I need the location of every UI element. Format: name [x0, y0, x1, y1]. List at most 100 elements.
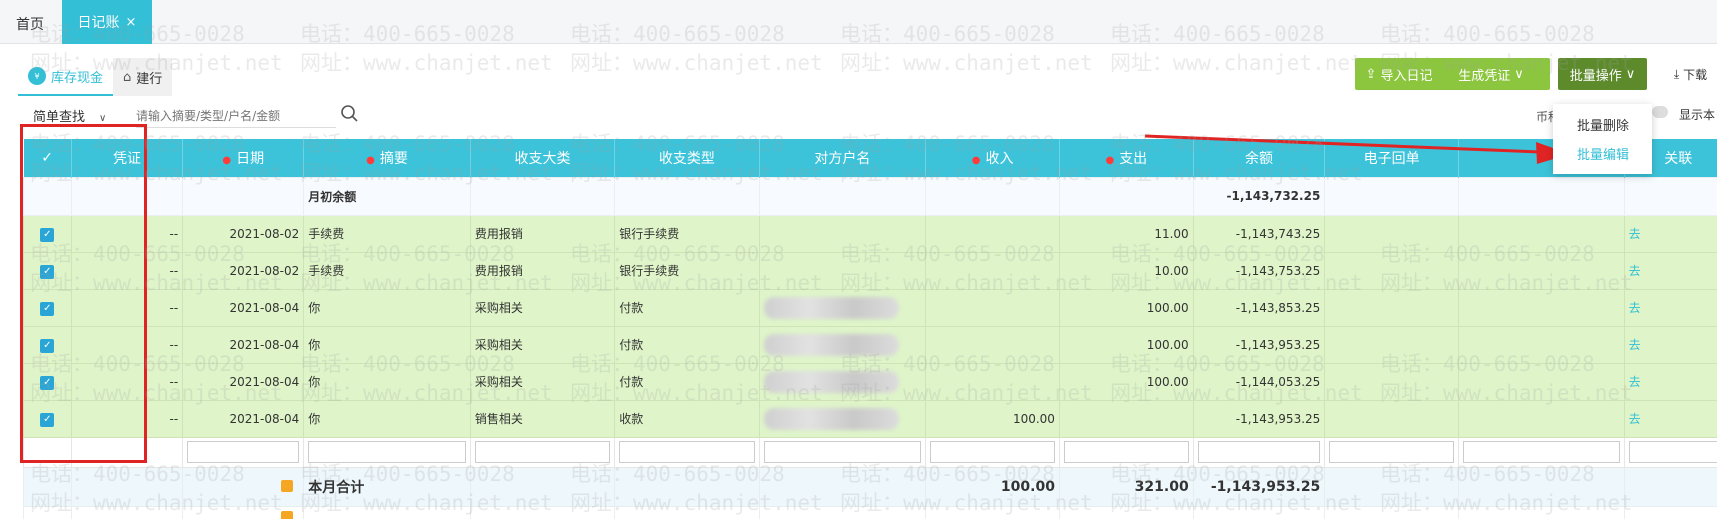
counterparty-cell[interactable] — [758, 325, 927, 364]
date-cell[interactable]: 2021-08-02 — [182, 251, 305, 290]
income-cell[interactable] — [925, 251, 1060, 290]
link-cell[interactable]: 去 — [1623, 399, 1717, 438]
summary-cell[interactable]: 你 — [303, 288, 471, 327]
tab-home[interactable]: 首页 — [16, 14, 44, 34]
voucher-cell[interactable]: -- — [70, 362, 184, 401]
category-cell[interactable]: 销售相关 — [469, 399, 616, 438]
summary-field[interactable] — [308, 441, 466, 463]
close-icon[interactable]: × — [126, 15, 137, 30]
type-cell[interactable]: 收款 — [614, 399, 760, 438]
category-cell[interactable]: 费用报销 — [469, 251, 616, 290]
date-field[interactable] — [187, 441, 300, 463]
receipt-field[interactable] — [1329, 441, 1455, 463]
select-all-header[interactable]: ✓ — [23, 139, 72, 177]
summary-cell[interactable]: 你 — [303, 325, 471, 364]
date-cell[interactable]: 2021-08-02 — [182, 214, 305, 253]
link-cell[interactable]: 去 — [1623, 251, 1717, 290]
counterparty-field[interactable] — [763, 441, 922, 463]
category-cell[interactable]: 费用报销 — [469, 214, 616, 253]
summary-cell[interactable]: 你 — [303, 399, 471, 438]
category-cell[interactable]: 采购相关 — [469, 325, 616, 364]
table-row[interactable]: ✓ -- 2021-08-02 手续费 费用报销 银行手续费 11.00 -1,… — [23, 214, 1717, 253]
type-cell[interactable]: 付款 — [614, 325, 760, 364]
counterparty-cell[interactable] — [758, 288, 927, 327]
date-cell[interactable]: 2021-08-04 — [182, 325, 305, 364]
date-cell[interactable]: 2021-08-04 — [182, 399, 305, 438]
type-cell[interactable]: 付款 — [614, 362, 760, 401]
table-row[interactable]: ✓ -- 2021-08-04 你 采购相关 付款 100.00 -1,143,… — [23, 288, 1717, 327]
batch-operation-button[interactable]: 批量操作 ∨ — [1558, 58, 1647, 90]
type-cell[interactable]: 银行手续费 — [614, 214, 760, 253]
row-checkbox[interactable]: ✓ — [23, 214, 72, 253]
summary-cell[interactable]: 你 — [303, 362, 471, 401]
category-cell[interactable]: 采购相关 — [469, 288, 616, 327]
category-field[interactable] — [474, 441, 611, 463]
table-row[interactable]: ✓ -- 2021-08-04 你 采购相关 付款 100.00 -1,143,… — [23, 325, 1717, 364]
receipt-cell[interactable] — [1324, 251, 1460, 290]
expense-cell[interactable]: 100.00 — [1058, 362, 1194, 401]
search-input[interactable] — [136, 104, 336, 128]
voucher-cell[interactable]: -- — [70, 325, 184, 364]
receipt-cell[interactable] — [1324, 288, 1460, 327]
receipt-cell[interactable] — [1324, 362, 1460, 401]
date-cell[interactable]: 2021-08-04 — [182, 288, 305, 327]
link-field[interactable] — [1628, 441, 1717, 463]
counterparty-cell[interactable] — [758, 399, 927, 438]
summary-cell[interactable]: 手续费 — [303, 214, 471, 253]
generate-voucher-button[interactable]: 生成凭证 ∨ — [1432, 58, 1550, 90]
table-row[interactable]: ✓ -- 2021-08-04 你 采购相关 付款 100.00 -1,144,… — [23, 362, 1717, 401]
type-field[interactable] — [619, 441, 755, 463]
expense-cell[interactable]: 100.00 — [1058, 325, 1194, 364]
row-checkbox[interactable]: ✓ — [23, 362, 72, 401]
tab-cash[interactable]: ¥ 库存现金 — [18, 58, 114, 96]
income-cell[interactable] — [925, 362, 1060, 401]
row-checkbox[interactable]: ✓ — [23, 325, 72, 364]
date-cell[interactable]: 2021-08-04 — [182, 362, 305, 401]
table-row[interactable]: ✓ -- 2021-08-02 手续费 费用报销 银行手续费 10.00 -1,… — [23, 251, 1717, 290]
income-field[interactable] — [930, 441, 1055, 463]
receipt-cell[interactable] — [1324, 399, 1460, 438]
link-cell[interactable]: 去 — [1623, 214, 1717, 253]
voucher-cell[interactable]: -- — [70, 214, 184, 253]
income-cell[interactable] — [925, 288, 1060, 327]
expense-cell[interactable]: 11.00 — [1058, 214, 1194, 253]
total-balance: -1,143,953.25 — [1192, 466, 1326, 507]
counterparty-cell[interactable] — [758, 362, 927, 401]
income-cell[interactable]: 100.00 — [925, 399, 1060, 438]
tab-ccb[interactable]: ⌂ 建行 — [113, 58, 173, 96]
expense-field[interactable] — [1063, 441, 1189, 463]
expense-cell[interactable]: 10.00 — [1058, 251, 1194, 290]
voucher-cell[interactable]: -- — [70, 399, 184, 438]
counterparty-cell[interactable] — [758, 251, 927, 290]
menu-item-batch-edit[interactable]: 批量编辑 — [1577, 144, 1629, 163]
table-row[interactable]: ✓ -- 2021-08-04 你 销售相关 收款 100.00 -1,143,… — [23, 399, 1717, 438]
receipt-cell[interactable] — [1324, 214, 1460, 253]
summary-cell[interactable]: 手续费 — [303, 251, 471, 290]
show-toggle[interactable] — [1652, 106, 1668, 118]
link-cell[interactable]: 去 — [1623, 362, 1717, 401]
tab-journal[interactable]: 日记账 × — [62, 0, 152, 44]
type-cell[interactable]: 付款 — [614, 288, 760, 327]
link-cell[interactable]: 去 — [1623, 325, 1717, 364]
menu-item-batch-delete[interactable]: 批量删除 — [1577, 115, 1629, 134]
row-checkbox[interactable]: ✓ — [23, 288, 72, 327]
expense-cell[interactable] — [1058, 399, 1194, 438]
link-cell[interactable]: 去 — [1623, 288, 1717, 327]
voucher-cell[interactable]: -- — [70, 251, 184, 290]
batch-operation-label: 批量操作 — [1569, 68, 1622, 84]
balance-field[interactable] — [1197, 441, 1321, 463]
search-icon[interactable] — [340, 104, 360, 124]
search-mode-select[interactable]: 简单查找 ∨ — [33, 106, 106, 125]
receipt-cell[interactable] — [1324, 325, 1460, 364]
category-cell[interactable]: 采购相关 — [469, 362, 616, 401]
income-cell[interactable] — [925, 214, 1060, 253]
download-button[interactable]: ⤓ 下载 — [1664, 58, 1717, 90]
income-cell[interactable] — [925, 325, 1060, 364]
extra-field[interactable] — [1463, 441, 1620, 463]
row-checkbox[interactable]: ✓ — [23, 399, 72, 438]
expense-cell[interactable]: 100.00 — [1058, 288, 1194, 327]
counterparty-cell[interactable] — [758, 214, 927, 253]
row-checkbox[interactable]: ✓ — [23, 251, 72, 290]
voucher-cell[interactable]: -- — [70, 288, 184, 327]
type-cell[interactable]: 银行手续费 — [614, 251, 760, 290]
